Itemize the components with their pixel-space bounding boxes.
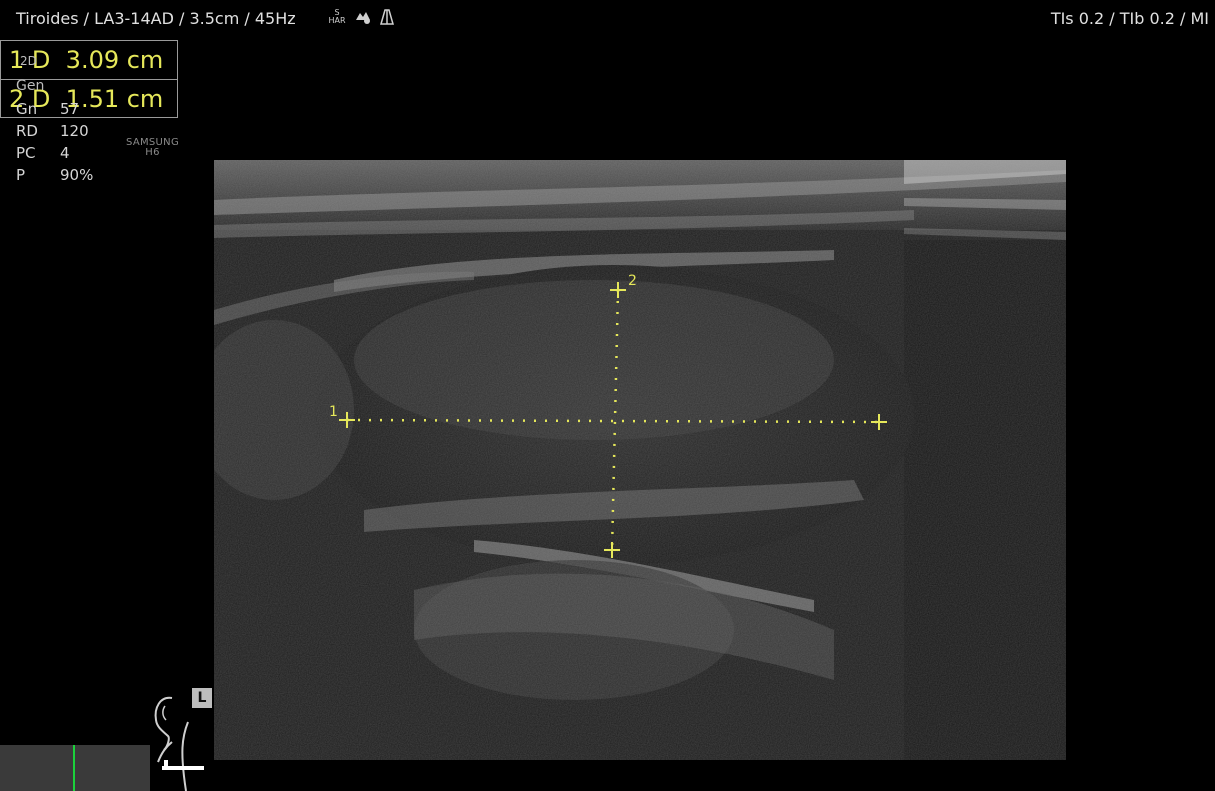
caliper-1-label: 1 (329, 404, 338, 420)
param-key: RD (16, 122, 38, 140)
probe-position-marker (73, 745, 75, 791)
mode-icons: S HAR (326, 8, 396, 26)
probe-position-thumbnail (0, 745, 150, 791)
orientation-badge: L (192, 688, 212, 708)
ultrasound-image[interactable] (214, 160, 1066, 760)
param-row-rd: RD 120 (16, 122, 89, 140)
harmonic-indicator: S HAR (326, 9, 348, 25)
param-row-gn: Gn 57 (16, 100, 79, 118)
image-processing-icon (356, 12, 370, 24)
param-mode: 2D (20, 54, 37, 68)
param-value: 57 (60, 100, 80, 118)
param-row-p: P 90% (16, 166, 93, 184)
param-value: 120 (60, 122, 89, 140)
har-bottom: HAR (328, 16, 346, 25)
param-row-pc: PC 4 (16, 144, 70, 162)
param-gen: Gen (16, 78, 45, 94)
caliper-2-label: 2 (628, 273, 637, 289)
ultrasound-texture (214, 160, 1066, 760)
measurement-2-value: 1.51 cm (65, 85, 164, 113)
param-key: P (16, 166, 26, 184)
measurement-1-value: 3.09 cm (65, 46, 164, 74)
probe-icon (162, 760, 204, 770)
top-bar: Tiroides / LA3-14AD / 3.5cm / 45Hz S HAR… (0, 0, 1215, 38)
param-value: 4 (60, 144, 70, 162)
beam-icon (380, 9, 394, 25)
thermal-index: TIs 0.2 / TIb 0.2 / MI (1050, 9, 1209, 28)
param-value: 90% (60, 166, 94, 184)
brand-model: H6 (145, 147, 160, 158)
exam-title: Tiroides / LA3-14AD / 3.5cm / 45Hz (16, 9, 296, 28)
param-key: PC (16, 144, 36, 162)
brand-logo: SAMSUNG H6 (126, 138, 179, 158)
param-key: Gn (16, 100, 38, 118)
